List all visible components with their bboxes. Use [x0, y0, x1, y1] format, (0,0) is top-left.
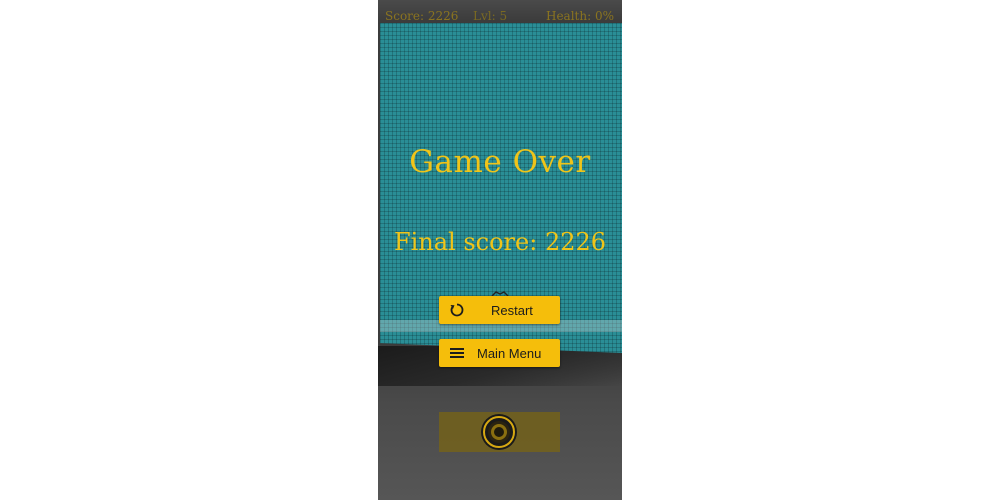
joystick-icon[interactable]	[480, 413, 518, 451]
final-score: Final score: 2226	[393, 228, 607, 256]
hud-level: Lvl: 5	[473, 9, 508, 23]
restart-icon	[439, 302, 475, 318]
hud-score: Score: 2226	[385, 9, 459, 23]
restart-label: Restart	[491, 302, 533, 318]
game-over-title: Game Over	[409, 144, 591, 180]
menu-icon	[439, 346, 475, 360]
hud-health: Health: 0%	[545, 9, 614, 23]
game-screen: Score: 2226 Lvl: 5 Health: 0% Game Over …	[378, 0, 622, 500]
restart-button[interactable]: Restart	[439, 296, 560, 324]
main-menu-button[interactable]: Main Menu	[439, 339, 560, 367]
main-menu-label: Main Menu	[477, 345, 542, 361]
